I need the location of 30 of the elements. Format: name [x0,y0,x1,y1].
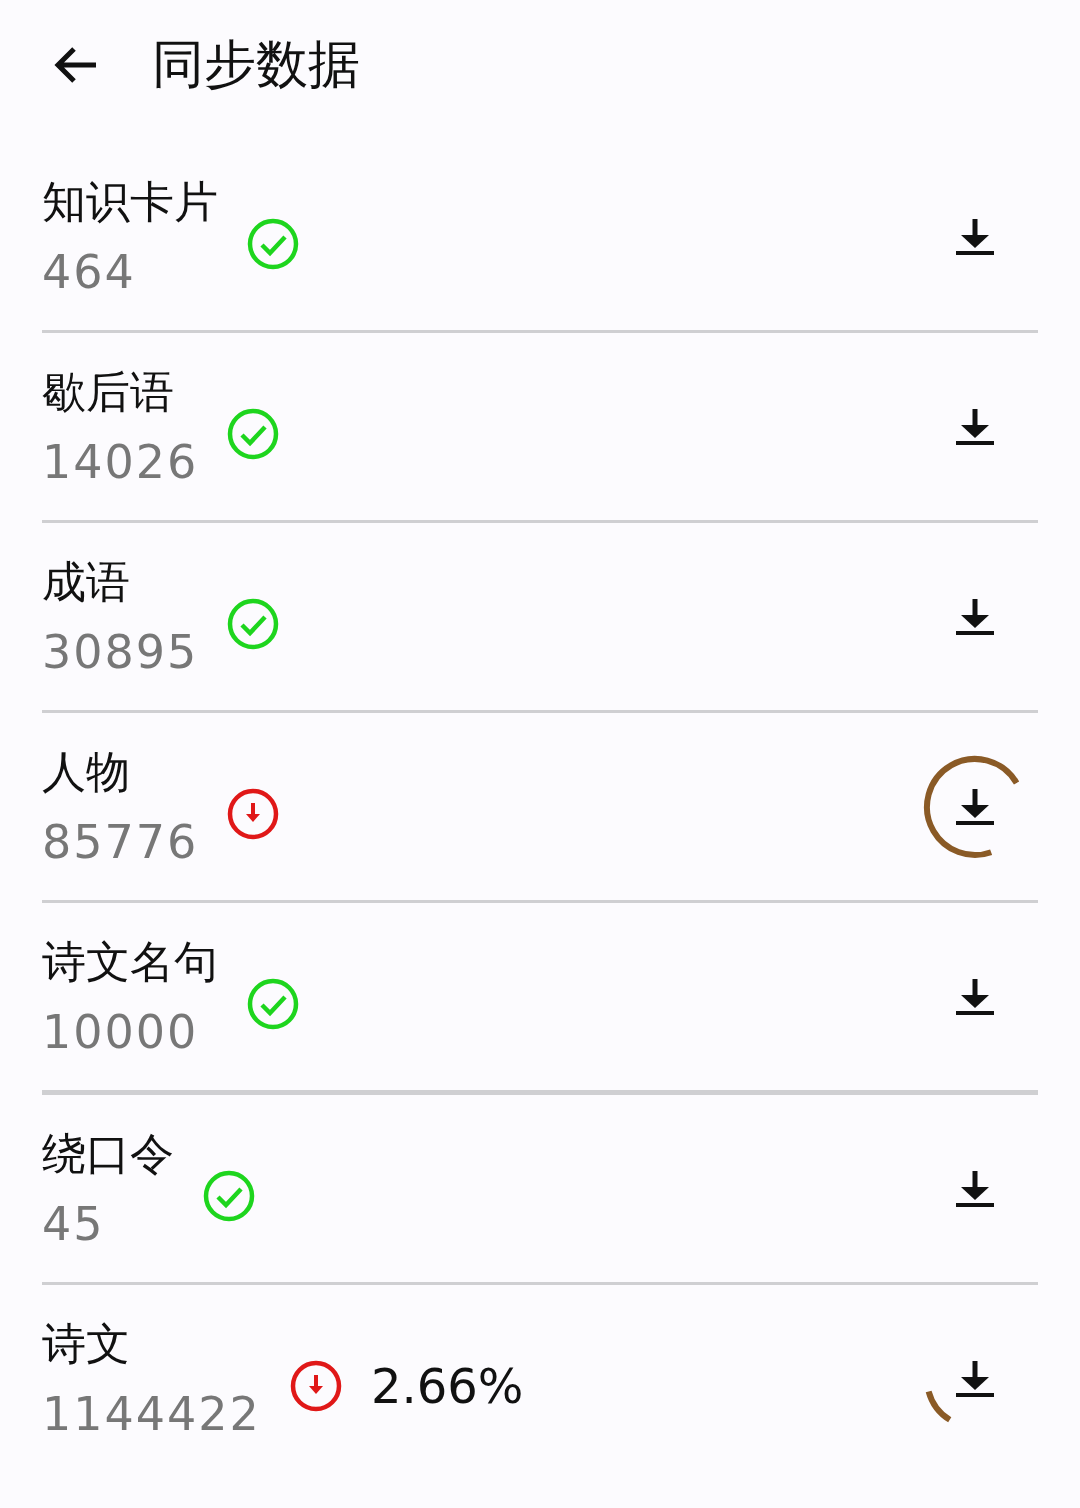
item-name: 诗文名句 [42,934,218,989]
download-icon [955,786,995,827]
item-count: 30895 [42,623,199,681]
item-count: 85776 [42,813,199,871]
item-count: 464 [42,243,137,301]
item-count: 45 [42,1195,106,1253]
item-name: 诗文 [42,1316,131,1371]
download-icon [955,1168,995,1209]
download-icon [955,976,995,1017]
download-icon [955,216,995,257]
download-icon [955,406,995,447]
item-name: 成语 [42,554,131,609]
download-icon [955,596,995,637]
item-name: 歇后语 [42,364,175,419]
item-count: 14026 [42,433,199,491]
download-circle-icon [226,786,281,841]
item-name: 知识卡片 [42,174,218,229]
check-circle-icon [246,976,300,1031]
item-count: 10000 [42,1003,200,1061]
progress-text: 2.66% [370,1357,524,1414]
item-name: 绕口令 [42,1126,174,1181]
check-circle-icon [202,1168,256,1223]
item-name: 人物 [42,744,131,799]
page-title: 同步数据 [152,33,360,96]
item-count: 1144422 [42,1385,261,1443]
check-circle-icon [246,216,300,271]
check-circle-icon [226,596,281,651]
download-icon [955,1358,995,1399]
download-circle-icon [288,1358,343,1413]
check-circle-icon [226,406,281,461]
